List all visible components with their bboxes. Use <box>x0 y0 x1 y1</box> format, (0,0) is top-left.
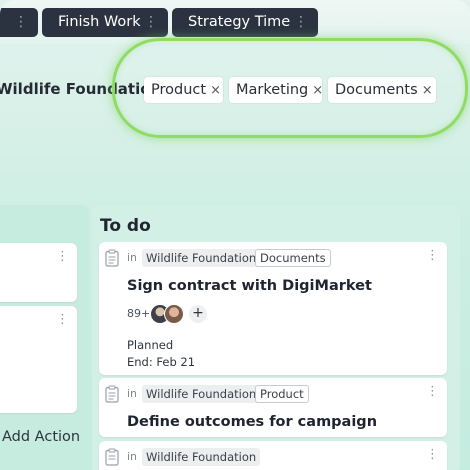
organization-chip[interactable]: Wildlife Foundation <box>142 249 261 267</box>
kebab-menu-icon[interactable]: ⋮ <box>426 384 439 399</box>
kebab-menu-icon[interactable]: ⋮ <box>14 8 28 37</box>
tag-chip[interactable]: Documents <box>255 249 331 267</box>
task-card[interactable]: in Wildlife Foundation Documents ⋮ Sign … <box>99 242 447 375</box>
organization-chip[interactable]: Wildlife Foundation <box>142 448 261 466</box>
tab-label: g <box>0 8 1 37</box>
in-label: in <box>127 387 138 400</box>
organization-chip[interactable]: Wildlife Foundation <box>142 385 261 403</box>
kebab-menu-icon[interactable]: ⋮ <box>426 447 439 462</box>
task-card[interactable]: in Wildlife Foundation Product ⋮ Define … <box>99 378 447 437</box>
clipboard-icon <box>105 448 119 466</box>
end-date: End: Feb 21 <box>127 355 196 369</box>
kebab-menu-icon[interactable]: ⋮ <box>144 8 158 37</box>
clipboard-icon <box>105 385 119 403</box>
kebab-menu-icon[interactable]: ⋮ <box>294 8 308 37</box>
kebab-menu-icon[interactable]: ⋮ <box>56 249 69 264</box>
clipboard-icon <box>105 249 119 267</box>
tab-label: Strategy Time <box>188 14 291 30</box>
tab-label: Finish Work <box>58 14 141 30</box>
tab-strategy-time[interactable]: Strategy Time ⋮ <box>172 8 318 37</box>
in-label: in <box>127 450 138 463</box>
add-action-button[interactable]: Add Action <box>2 429 80 445</box>
tag-chip[interactable]: Product <box>255 385 309 403</box>
in-label: in <box>127 251 138 264</box>
avatar[interactable] <box>164 304 184 324</box>
board-screen: g ⋮ Finish Work ⋮ Strategy Time ⋮ Wildli… <box>0 0 470 470</box>
kebab-menu-icon[interactable]: ⋮ <box>56 312 69 327</box>
tab-partial[interactable]: g ⋮ <box>0 8 38 37</box>
left-card[interactable]: ⋮ <box>0 306 77 413</box>
member-count: 89+ <box>127 307 151 320</box>
task-card[interactable]: in Wildlife Foundation ⋮ <box>99 441 447 470</box>
left-card[interactable]: ⋮ <box>0 243 77 302</box>
card-title[interactable]: Sign contract with DigiMarket <box>127 278 372 294</box>
column-title: To do <box>100 216 151 236</box>
tab-finish-work[interactable]: Finish Work ⋮ <box>42 8 168 37</box>
card-title[interactable]: Define outcomes for campaign <box>127 414 377 430</box>
kebab-menu-icon[interactable]: ⋮ <box>426 248 439 263</box>
status-text: Planned <box>127 338 174 352</box>
add-member-icon[interactable]: + <box>189 305 207 323</box>
highlight-ring <box>112 38 468 138</box>
